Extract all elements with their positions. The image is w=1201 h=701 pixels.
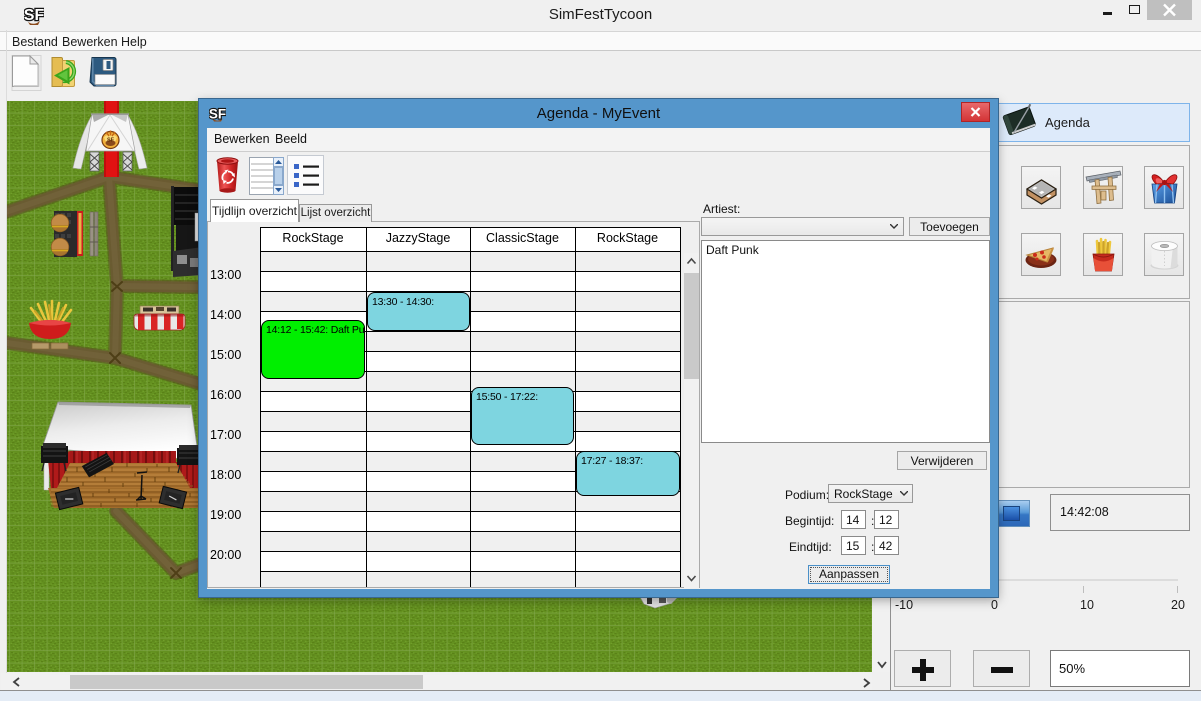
svg-text:SF: SF (209, 107, 226, 122)
svg-text:SF: SF (24, 7, 44, 24)
svg-text:SF: SF (107, 138, 115, 144)
